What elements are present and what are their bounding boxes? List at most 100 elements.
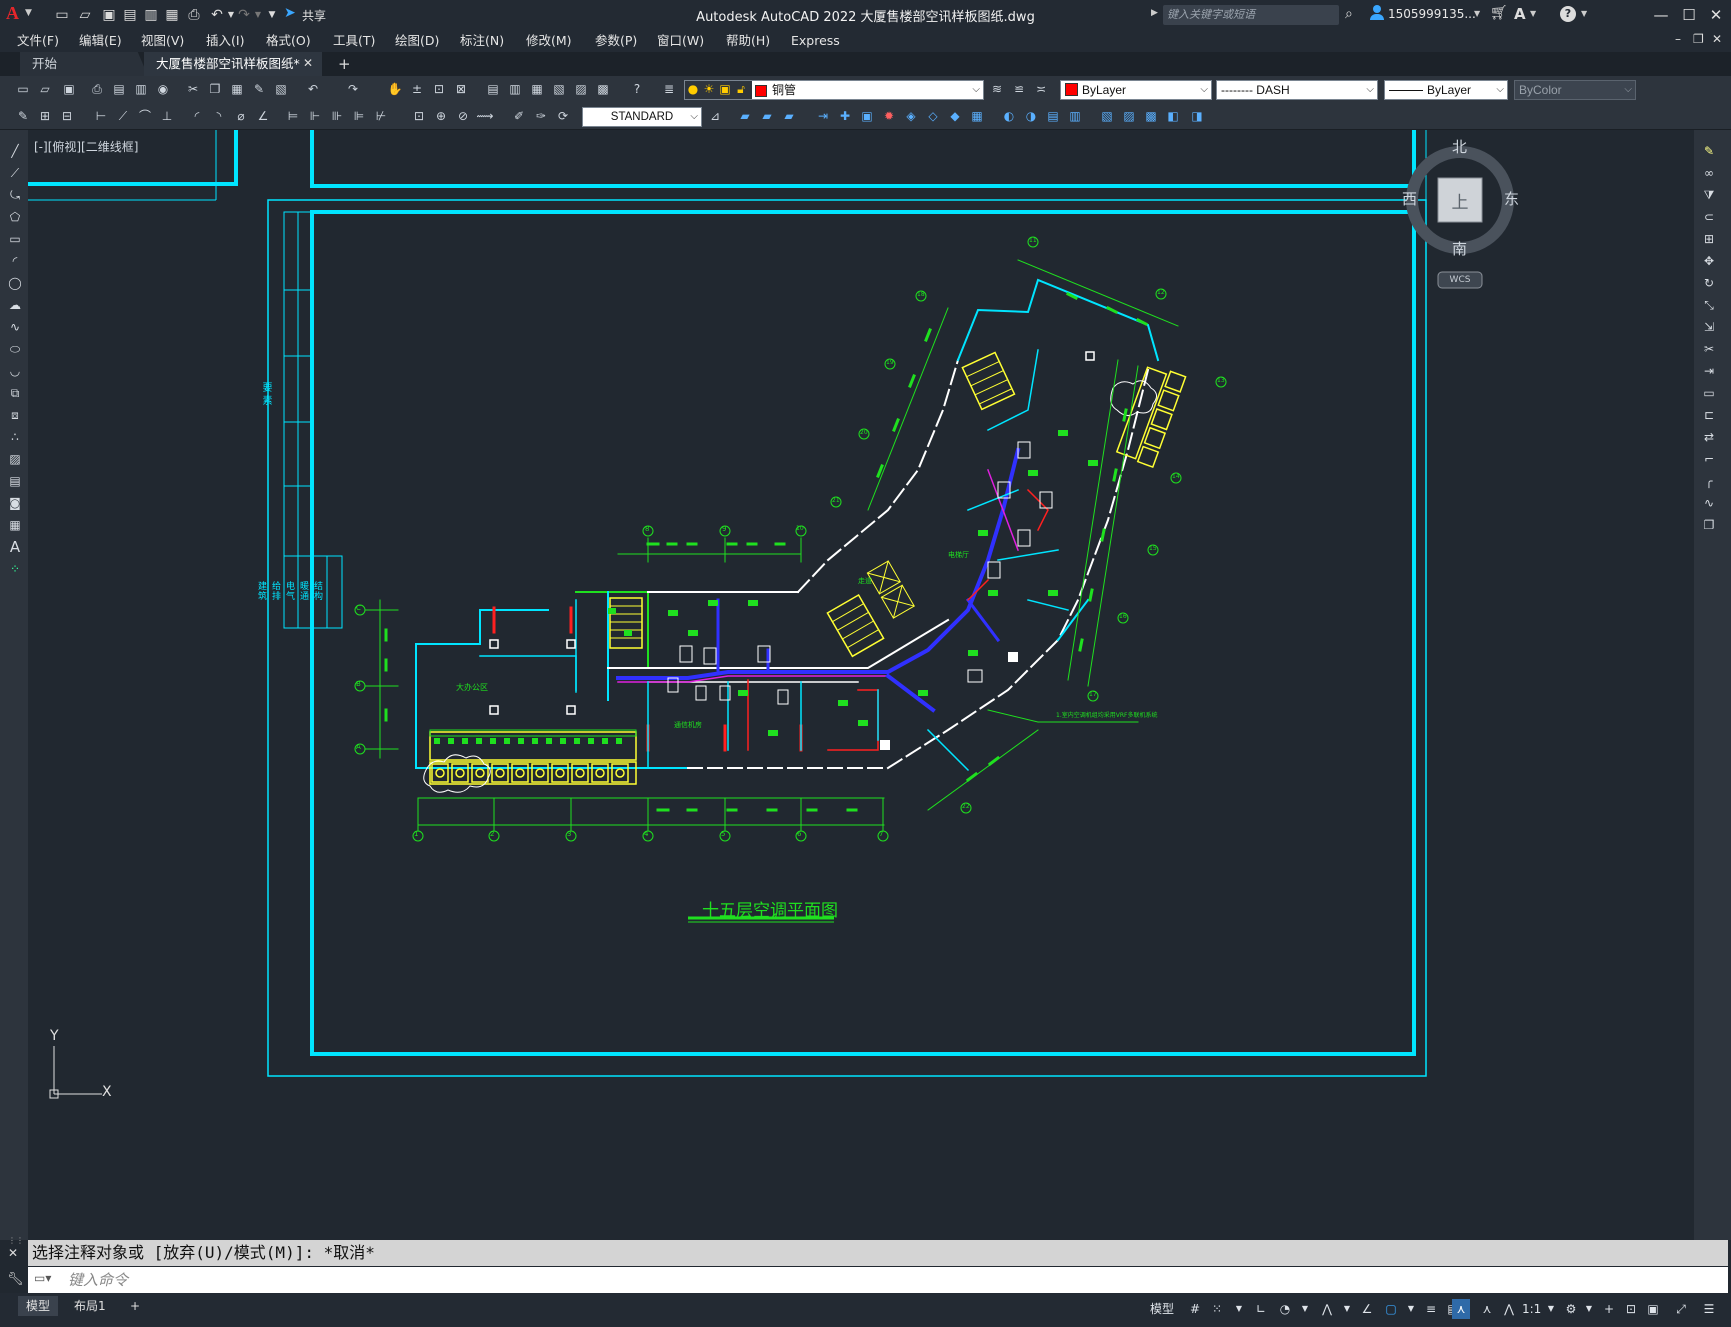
user-dropdown-icon[interactable]: ▼	[1474, 9, 1480, 18]
add-selected-icon[interactable]: ⁘	[6, 560, 24, 578]
point-icon[interactable]: ∴	[6, 428, 24, 446]
layer-properties-icon[interactable]: ≣	[660, 80, 678, 98]
annotation-visibility-icon[interactable]: ⋏	[1452, 1299, 1470, 1319]
menu-draw[interactable]: 绘图(D)	[395, 30, 439, 52]
offset-icon[interactable]: ⊂	[1700, 208, 1718, 226]
break-point-icon[interactable]: ▭	[1700, 384, 1718, 402]
clean-screen-icon[interactable]: ⤢	[1672, 1299, 1690, 1319]
menu-help[interactable]: 帮助(H)	[726, 30, 770, 52]
radius-dim-icon[interactable]: ◜	[188, 107, 206, 125]
cmdline-grip-icon[interactable]: ⋮⋮	[8, 1236, 24, 1245]
search-expand-icon[interactable]: ▶	[1151, 8, 1158, 18]
annotation-scale-dropdown-icon[interactable]: ▼	[1542, 1299, 1560, 1319]
search-input[interactable]: 键入关键字或短语	[1163, 5, 1339, 25]
customization-icon[interactable]: ☰	[1700, 1299, 1718, 1319]
viewcube-south[interactable]: 南	[1452, 238, 1467, 259]
modify-icon-13[interactable]: ◑	[1022, 107, 1040, 125]
erase-icon[interactable]: ✎	[1700, 142, 1718, 160]
continue-dim-icon[interactable]: ⊪	[328, 107, 346, 125]
help-toolbar-icon[interactable]: ?	[628, 80, 646, 98]
modify-icon-9[interactable]: ◇	[924, 107, 942, 125]
tab-start[interactable]: 开始	[20, 52, 148, 76]
modify-icon-3[interactable]: ▰	[780, 107, 798, 125]
viewcube-top-face[interactable]: 上	[1438, 188, 1482, 213]
help-dropdown-icon[interactable]: ▼	[1581, 9, 1587, 18]
units-icon[interactable]: ⊡	[1622, 1299, 1640, 1319]
modify-icon-4[interactable]: ⇥	[814, 107, 832, 125]
zoom-realtime-icon[interactable]: ±	[408, 80, 426, 98]
copy-icon[interactable]: ❐	[206, 80, 224, 98]
modify-icon-16[interactable]: ▧	[1098, 107, 1116, 125]
edit-text-icon[interactable]: ✎	[14, 107, 32, 125]
properties-icon[interactable]: ▤	[484, 80, 502, 98]
menu-format[interactable]: 格式(O)	[266, 30, 311, 52]
zoom-window-icon[interactable]: ⊡	[430, 80, 448, 98]
recent-commands-icon[interactable]: ▭▾	[34, 1271, 51, 1285]
table-icon[interactable]: ▦	[6, 516, 24, 534]
blend-icon[interactable]: ∿	[1700, 494, 1718, 512]
trim-icon[interactable]: ✂	[1700, 340, 1718, 358]
add-layout-button[interactable]: +	[122, 1296, 148, 1316]
arc-length-icon[interactable]: ⌒	[136, 107, 154, 125]
revcloud-icon[interactable]: ☁	[6, 296, 24, 314]
ortho-icon[interactable]: ∟	[1252, 1299, 1270, 1319]
arc-icon[interactable]: ◜	[6, 252, 24, 270]
linetype-dropdown[interactable]: -------- DASH ⌵	[1216, 80, 1378, 100]
region-icon[interactable]: ◙	[6, 494, 24, 512]
modify-icon-14[interactable]: ▤	[1044, 107, 1062, 125]
auto-scale-icon[interactable]: ⋏	[1478, 1299, 1496, 1319]
array-icon[interactable]: ⊞	[1700, 230, 1718, 248]
mirror-icon[interactable]: ⧩	[1700, 186, 1718, 204]
dim-break-icon[interactable]: ⊬	[372, 107, 390, 125]
user-icon[interactable]	[1370, 5, 1384, 21]
line-icon[interactable]: ╱	[6, 142, 24, 160]
snap-dropdown-icon[interactable]: ▼	[1230, 1299, 1248, 1319]
modify-icon-6[interactable]: ▣	[858, 107, 876, 125]
modify-icon-15[interactable]: ▥	[1066, 107, 1084, 125]
hatch-icon[interactable]: ▨	[6, 450, 24, 468]
menu-edit[interactable]: 编辑(E)	[79, 30, 122, 52]
command-input[interactable]: 键入命令	[28, 1267, 1728, 1293]
tab-layout1[interactable]: 布局1	[66, 1296, 114, 1316]
dim-space-icon[interactable]: ⊫	[350, 107, 368, 125]
lineweight-icon[interactable]: ≡	[1422, 1299, 1440, 1319]
dimedit-icon[interactable]: ✐	[510, 107, 528, 125]
polar-icon[interactable]: ◔	[1276, 1299, 1294, 1319]
toolpalettes-icon[interactable]: ▦	[528, 80, 546, 98]
lineweight-dropdown[interactable]: ByLayer ⌵	[1384, 80, 1508, 100]
workspace-gear-icon[interactable]: ⚙	[1562, 1299, 1580, 1319]
open-icon[interactable]: ▱	[36, 80, 54, 98]
cmdline-close-icon[interactable]: ✕	[8, 1246, 18, 1260]
minimize-icon[interactable]: —	[1648, 4, 1674, 26]
rotate-icon[interactable]: ↻	[1700, 274, 1718, 292]
quick-dim-icon[interactable]: ⊨	[284, 107, 302, 125]
xline-icon[interactable]: ⟋	[6, 164, 24, 182]
stretch-icon[interactable]: ⇲	[1700, 318, 1718, 336]
ellipse-arc-icon[interactable]: ◡	[6, 362, 24, 380]
modify-icon-18[interactable]: ▩	[1142, 107, 1160, 125]
print-preview-icon[interactable]: ▤	[110, 80, 128, 98]
menu-view[interactable]: 视图(V)	[141, 30, 184, 52]
make-current-layer-icon[interactable]: ≋	[988, 80, 1006, 98]
cmdline-settings-icon[interactable]: 🔧︎	[7, 1272, 24, 1287]
designcenter-icon[interactable]: ▥	[506, 80, 524, 98]
inspection-icon[interactable]: ⊘	[454, 107, 472, 125]
scale-icon[interactable]: ⤡	[1700, 296, 1718, 314]
extend-icon[interactable]: ⇥	[1700, 362, 1718, 380]
paste-icon[interactable]: ▦	[228, 80, 246, 98]
modify-icon-1[interactable]: ▰	[736, 107, 754, 125]
close-icon[interactable]: ✕	[1703, 4, 1729, 26]
help-icon[interactable]: ?	[1560, 6, 1576, 22]
aligned-dim-icon[interactable]: ⟋	[114, 107, 132, 125]
circle-icon[interactable]: ◯	[6, 274, 24, 292]
menu-modify[interactable]: 修改(M)	[526, 30, 572, 52]
dim-icon-2[interactable]: ⊟	[58, 107, 76, 125]
move-icon[interactable]: ✥	[1700, 252, 1718, 270]
app-dropdown-icon[interactable]: ▼	[1530, 9, 1536, 18]
mtext-icon[interactable]: A	[6, 538, 24, 556]
workspace-dropdown-icon[interactable]: ▼	[1580, 1299, 1598, 1319]
sheetset-icon[interactable]: ▧	[550, 80, 568, 98]
modify-icon-8[interactable]: ◈	[902, 107, 920, 125]
layer-states-icon[interactable]: ≍	[1032, 80, 1050, 98]
wcs-menu[interactable]: WCS	[1438, 273, 1482, 287]
